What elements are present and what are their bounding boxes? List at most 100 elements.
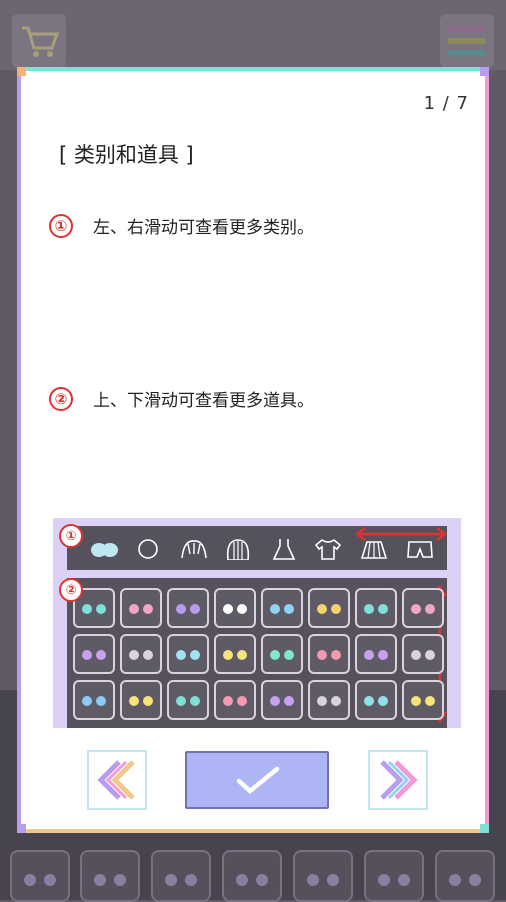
eye-item bbox=[402, 634, 444, 674]
step-1: ① 左、右滑动可查看更多类别。 bbox=[49, 213, 314, 238]
illustration-badge-1: ① bbox=[59, 524, 83, 548]
eye-item bbox=[261, 634, 303, 674]
confirm-button[interactable] bbox=[185, 751, 329, 809]
background-item bbox=[151, 850, 211, 902]
eye-icon bbox=[96, 696, 106, 706]
double-chevron-left-icon bbox=[97, 760, 135, 800]
step-number: ② bbox=[49, 386, 73, 411]
eye-icon bbox=[129, 696, 139, 706]
eye-item bbox=[167, 588, 209, 628]
eye-icon bbox=[378, 650, 388, 660]
shopping-cart-icon bbox=[12, 14, 66, 68]
illustration-badge-2: ② bbox=[59, 578, 83, 602]
next-page-button[interactable] bbox=[368, 750, 428, 810]
eye-icon bbox=[270, 604, 280, 614]
eye-item bbox=[402, 680, 444, 720]
eye-icon bbox=[237, 650, 247, 660]
page-counter: 1 / 7 bbox=[423, 93, 469, 114]
eye-icon bbox=[129, 650, 139, 660]
dress-icon bbox=[272, 539, 296, 560]
eye-item bbox=[120, 634, 162, 674]
step-text: 上、下滑动可查看更多道具。 bbox=[93, 391, 314, 411]
eye-icon bbox=[82, 696, 92, 706]
eye-item bbox=[120, 680, 162, 720]
eye-item bbox=[402, 588, 444, 628]
step-2: ② 上、下滑动可查看更多道具。 bbox=[49, 386, 314, 411]
horizontal-arrow-icon bbox=[354, 527, 448, 541]
eye-item bbox=[167, 634, 209, 674]
eye-icon bbox=[270, 696, 280, 706]
eye-icon bbox=[425, 604, 435, 614]
eye-item bbox=[355, 634, 397, 674]
eye-icon bbox=[129, 604, 139, 614]
eye-item bbox=[308, 680, 350, 720]
eye-item bbox=[261, 588, 303, 628]
eye-item bbox=[308, 588, 350, 628]
eye-icon bbox=[284, 696, 294, 706]
frame-corner bbox=[480, 824, 489, 833]
eye-item bbox=[167, 680, 209, 720]
eye-item bbox=[308, 634, 350, 674]
eye-icon bbox=[176, 650, 186, 660]
eye-icon bbox=[284, 604, 294, 614]
menu-icon bbox=[440, 14, 494, 68]
eye-icon bbox=[425, 696, 435, 706]
background-item bbox=[435, 850, 495, 902]
hair-front-icon bbox=[181, 540, 207, 559]
eye-item bbox=[73, 634, 115, 674]
eye-icon bbox=[331, 604, 341, 614]
face-icon bbox=[91, 543, 118, 557]
eye-icon bbox=[190, 650, 200, 660]
eye-icon bbox=[82, 604, 92, 614]
eye-icon bbox=[223, 604, 233, 614]
background-item bbox=[293, 850, 353, 902]
eye-icon bbox=[364, 650, 374, 660]
eye-icon bbox=[411, 696, 421, 706]
eye-icon bbox=[190, 696, 200, 706]
eye-icon bbox=[223, 696, 233, 706]
eye-icon bbox=[237, 696, 247, 706]
background-item bbox=[222, 850, 282, 902]
eye-item bbox=[214, 634, 256, 674]
eye-icon bbox=[331, 650, 341, 660]
eye-icon bbox=[331, 696, 341, 706]
eye-icon bbox=[143, 650, 153, 660]
eye-icon bbox=[378, 604, 388, 614]
background-item bbox=[364, 850, 424, 902]
previous-page-button[interactable] bbox=[87, 750, 147, 810]
eye-icon bbox=[364, 604, 374, 614]
eye-icon bbox=[317, 696, 327, 706]
background-item bbox=[10, 850, 70, 902]
eye-icon bbox=[317, 604, 327, 614]
eye-icon bbox=[411, 604, 421, 614]
step-text: 左、右滑动可查看更多类别。 bbox=[93, 218, 314, 238]
eye-icon bbox=[317, 650, 327, 660]
tutorial-dialog: 1 / 7 [ 类别和道具 ] ① 左、右滑动可查看更多类别。 ② 上、下滑动可… bbox=[17, 67, 489, 833]
eye-icon bbox=[237, 604, 247, 614]
eye-icon bbox=[143, 696, 153, 706]
eye-icon bbox=[82, 650, 92, 660]
eye-item bbox=[73, 680, 115, 720]
eye-icon bbox=[176, 696, 186, 706]
eye-item bbox=[355, 588, 397, 628]
eye-item bbox=[355, 680, 397, 720]
section-title: [ 类别和道具 ] bbox=[59, 143, 194, 167]
eye-icon bbox=[425, 650, 435, 660]
eye-item bbox=[214, 588, 256, 628]
eye-item bbox=[120, 588, 162, 628]
eye-icon bbox=[223, 650, 233, 660]
background-item bbox=[80, 850, 140, 902]
eye-item bbox=[261, 680, 303, 720]
category-bar bbox=[67, 526, 448, 570]
tutorial-illustration: ① ② bbox=[53, 518, 461, 728]
eye-icon bbox=[411, 650, 421, 660]
hair-back-icon bbox=[226, 539, 250, 560]
checkmark-icon bbox=[236, 766, 280, 794]
eye-icon bbox=[284, 650, 294, 660]
double-chevron-right-icon bbox=[380, 760, 418, 800]
frame-corner bbox=[480, 67, 489, 76]
eye-icon bbox=[270, 650, 280, 660]
head-icon bbox=[138, 539, 158, 559]
frame-corner bbox=[17, 67, 26, 76]
eye-icon bbox=[364, 696, 374, 706]
